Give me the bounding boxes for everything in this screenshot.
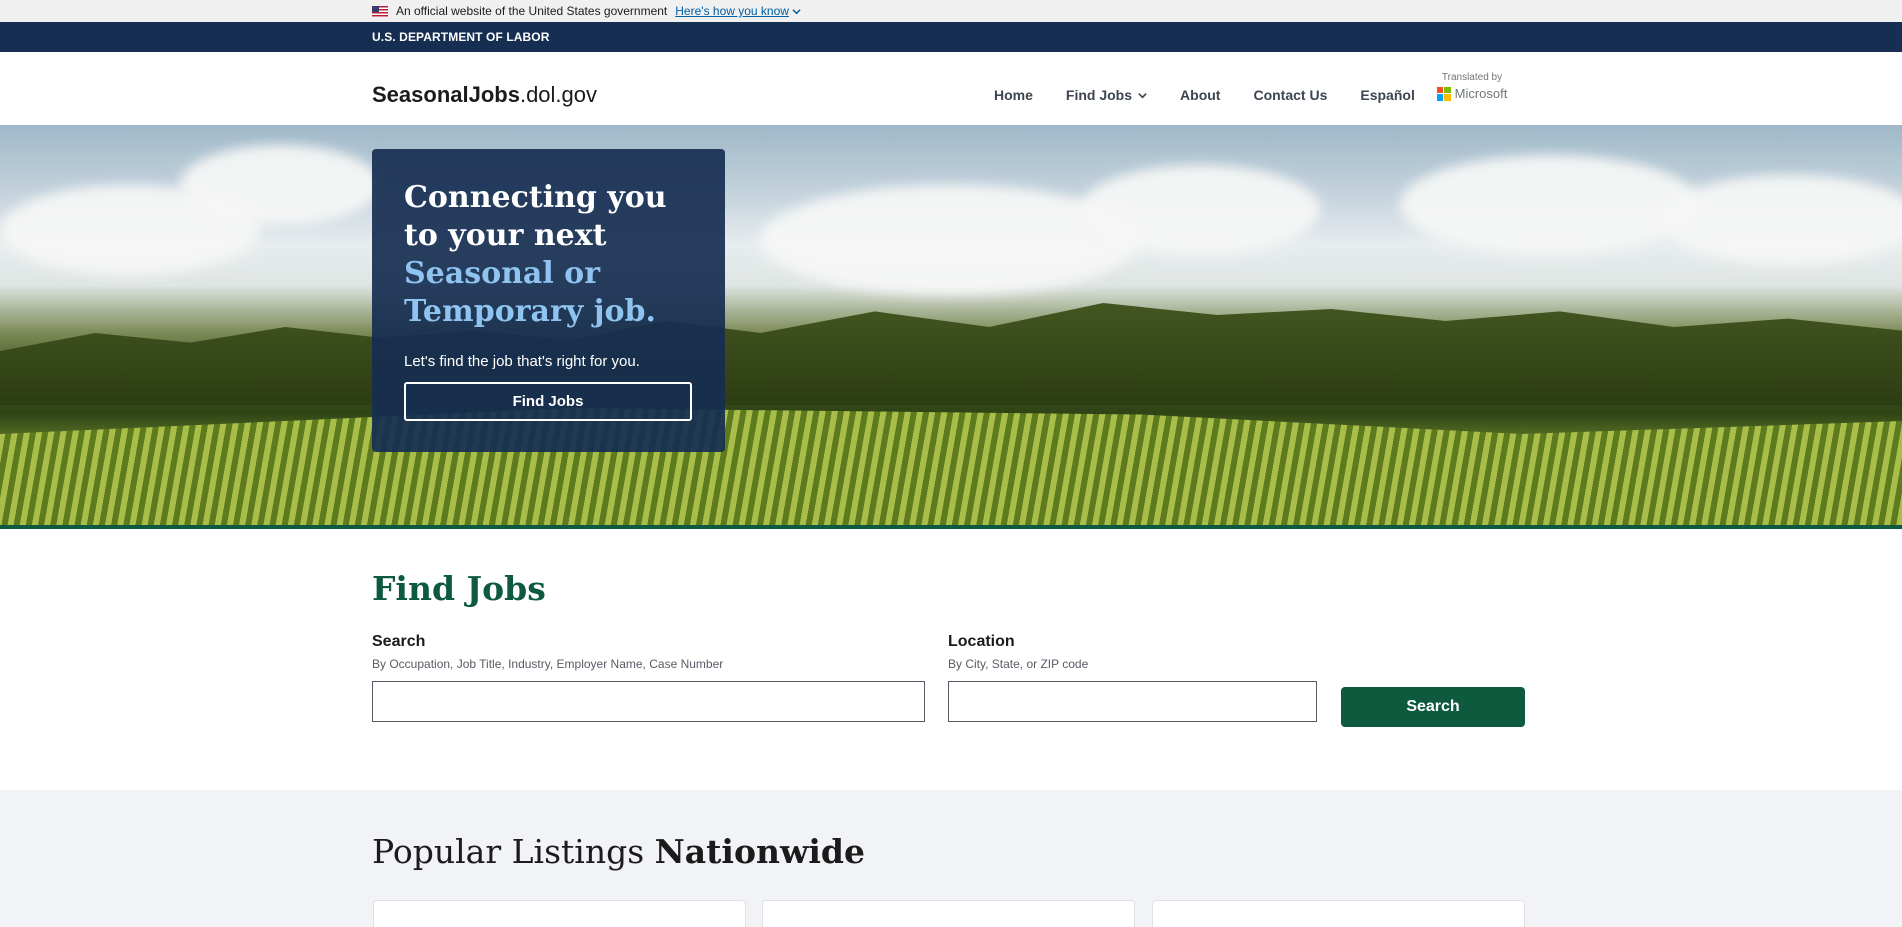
microsoft-logo-icon bbox=[1436, 86, 1451, 101]
listing-card[interactable] bbox=[762, 900, 1135, 927]
nav-espanol-label: Español bbox=[1360, 87, 1415, 103]
location-label: Location bbox=[948, 633, 1015, 650]
chevron-down-icon bbox=[792, 8, 801, 14]
hero-heading-main: Connecting you to your next bbox=[404, 180, 667, 253]
translated-by-label: Translated by bbox=[1441, 72, 1503, 83]
hero-heading-accent: Seasonal or Temporary job. bbox=[404, 256, 656, 329]
popular-title-bold: Nationwide bbox=[654, 832, 865, 871]
logo-domain: .dol.gov bbox=[519, 82, 598, 107]
nav-item-about[interactable]: About bbox=[1180, 87, 1220, 103]
agency-name[interactable]: U.S. DEPARTMENT OF LABOR bbox=[372, 30, 550, 44]
us-flag-icon bbox=[372, 5, 388, 17]
find-jobs-section: Find Jobs Search By Occupation, Job Titl… bbox=[0, 529, 1902, 790]
agency-bar: U.S. DEPARTMENT OF LABOR bbox=[0, 22, 1902, 52]
listing-card[interactable] bbox=[1152, 900, 1525, 927]
find-jobs-title: Find Jobs bbox=[372, 569, 546, 608]
site-header: SeasonalJobs.dol.gov Home Find Jobs Abou… bbox=[0, 52, 1902, 125]
nav-contact-label: Contact Us bbox=[1253, 87, 1328, 103]
search-label: Search bbox=[372, 633, 426, 650]
location-field-group: Location By City, State, or ZIP code bbox=[948, 633, 1317, 722]
heres-how-you-know-link[interactable]: Here's how you know bbox=[675, 4, 801, 18]
location-hint: By City, State, or ZIP code bbox=[948, 657, 1089, 671]
gov-banner: An official website of the United States… bbox=[0, 0, 1902, 22]
nav-item-espanol[interactable]: Español bbox=[1360, 87, 1414, 103]
heres-how-you-know-label: Here's how you know bbox=[675, 4, 789, 18]
gov-banner-text: An official website of the United States… bbox=[396, 4, 668, 18]
hero-card: Connecting you to your next Seasonal or … bbox=[372, 149, 725, 452]
popular-listings-title: Popular Listings Nationwide bbox=[372, 832, 865, 871]
popular-listings-section: Popular Listings Nationwide bbox=[0, 790, 1902, 927]
search-input[interactable] bbox=[372, 681, 925, 722]
translated-by-badge[interactable]: Translated by Microsoft bbox=[1434, 72, 1510, 101]
hero-find-jobs-button[interactable]: Find Jobs bbox=[404, 382, 692, 421]
nav-item-home[interactable]: Home bbox=[994, 87, 1033, 103]
search-field-group: Search By Occupation, Job Title, Industr… bbox=[372, 633, 925, 722]
hero-image bbox=[0, 125, 1902, 525]
hero-subtext: Let's find the job that's right for you. bbox=[404, 353, 640, 370]
nav-home-label: Home bbox=[994, 87, 1033, 103]
logo-bold: SeasonalJobs bbox=[372, 82, 520, 107]
search-button[interactable]: Search bbox=[1341, 687, 1525, 727]
nav-item-contact-us[interactable]: Contact Us bbox=[1253, 87, 1327, 103]
location-input[interactable] bbox=[948, 681, 1317, 722]
nav-about-label: About bbox=[1180, 87, 1221, 103]
chevron-down-icon bbox=[1138, 92, 1147, 98]
nav-item-find-jobs[interactable]: Find Jobs bbox=[1066, 87, 1147, 103]
nav-find-jobs-label: Find Jobs bbox=[1065, 87, 1133, 103]
translator-name: Microsoft bbox=[1454, 86, 1508, 101]
popular-title-regular: Popular Listings bbox=[372, 832, 645, 871]
site-logo[interactable]: SeasonalJobs.dol.gov bbox=[372, 82, 597, 108]
main-nav: Home Find Jobs About Contact Us Español bbox=[994, 87, 1415, 103]
search-hint: By Occupation, Job Title, Industry, Empl… bbox=[372, 657, 724, 671]
listing-card[interactable] bbox=[373, 900, 746, 927]
hero-heading: Connecting you to your next Seasonal or … bbox=[404, 179, 693, 331]
